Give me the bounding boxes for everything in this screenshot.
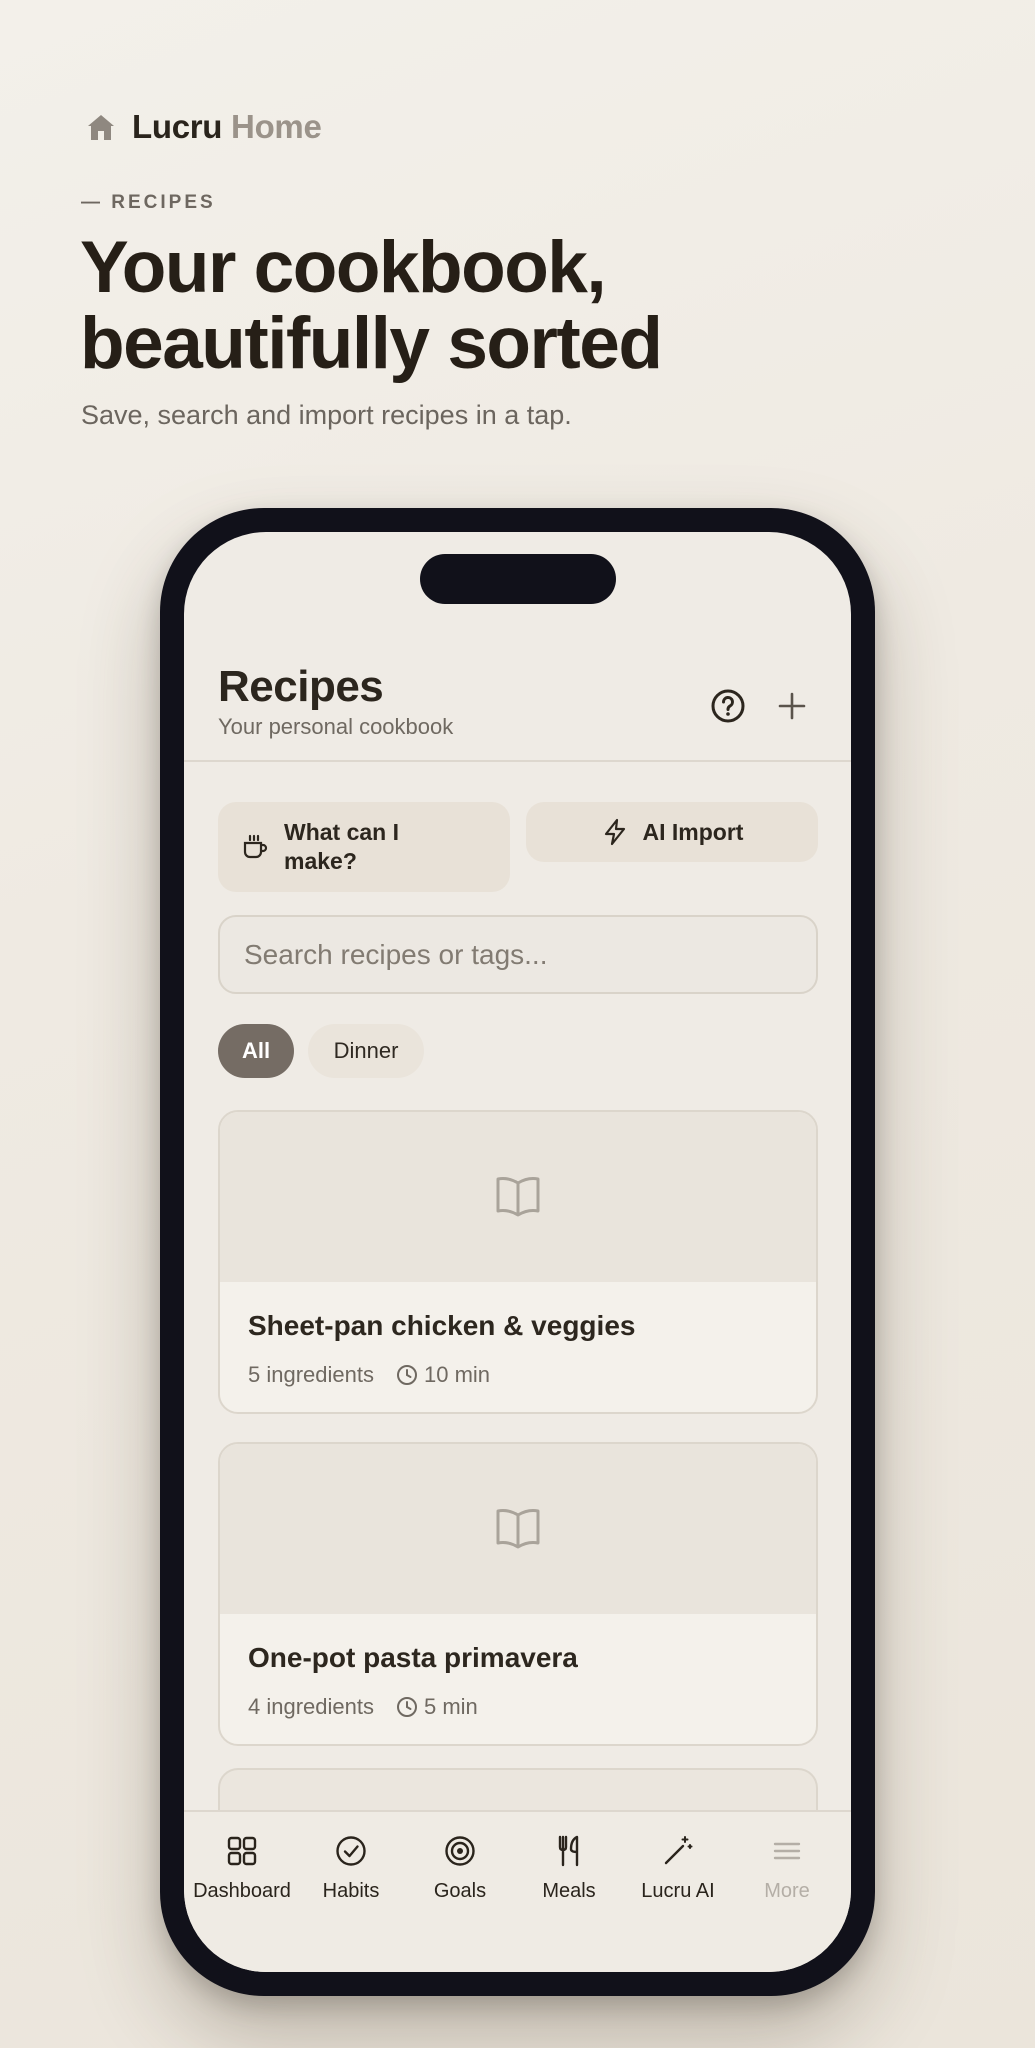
lightning-icon xyxy=(604,818,625,846)
recipe-title: Sheet-pan chicken & veggies xyxy=(248,1310,636,1341)
what-can-i-make-button[interactable]: What can I make? xyxy=(218,802,510,892)
ingredient-count: 4 ingredients xyxy=(248,1694,374,1719)
hero-headline: Your cookbook, beautifully sorted xyxy=(80,227,663,384)
tab-goals[interactable]: Goals xyxy=(406,1834,514,1903)
add-recipe-button[interactable] xyxy=(768,682,816,730)
help-button[interactable] xyxy=(704,682,752,730)
hero-subhead: Save, search and import recipes in a tap… xyxy=(81,400,572,430)
target-icon xyxy=(445,1836,475,1866)
section-kicker: — RECIPES xyxy=(81,192,216,213)
cook-time: 5 min xyxy=(423,1694,478,1719)
open-book-icon xyxy=(496,1509,540,1549)
recipe-image-placeholder xyxy=(220,1444,816,1614)
tab-lucru-ai[interactable]: Lucru AI xyxy=(624,1834,732,1903)
clock-icon xyxy=(396,1365,417,1385)
magic-wand-icon xyxy=(664,1836,693,1865)
recipe-title: One-pot pasta primavera xyxy=(248,1642,578,1673)
recipe-meta: 5 ingredients 10 min xyxy=(248,1362,490,1388)
grid-icon xyxy=(227,1836,257,1866)
brand-logo: Lucru Home xyxy=(84,108,322,146)
filter-chip-dinner[interactable]: Dinner xyxy=(308,1024,424,1078)
app-header: Recipes Your personal cookbook xyxy=(184,662,851,762)
coffee-cup-icon xyxy=(243,834,268,859)
open-book-icon xyxy=(496,1177,540,1217)
phone-screen: Recipes Your personal cookbook What can … xyxy=(184,532,851,1972)
tab-more[interactable]: More xyxy=(733,1834,841,1903)
tab-meals[interactable]: Meals xyxy=(515,1834,623,1903)
menu-icon xyxy=(773,1842,801,1860)
clock-icon xyxy=(396,1697,417,1717)
help-circle-icon xyxy=(711,689,745,723)
home-icon xyxy=(88,115,114,140)
recipe-meta: 4 ingredients 5 min xyxy=(248,1694,478,1720)
filter-chip-all[interactable]: All xyxy=(218,1024,294,1078)
cook-time: 10 min xyxy=(423,1362,491,1387)
phone-mockup: Recipes Your personal cookbook What can … xyxy=(160,508,875,1996)
ai-import-button[interactable]: AI Import xyxy=(526,802,818,862)
page-subtitle: Your personal cookbook xyxy=(218,714,454,739)
recipe-image-placeholder xyxy=(220,1112,816,1282)
what-can-i-make-label: What can I make? xyxy=(284,819,400,874)
search-input[interactable] xyxy=(218,915,818,994)
tab-habits[interactable]: Habits xyxy=(297,1834,405,1903)
utensils-icon xyxy=(558,1835,579,1867)
page-title: Recipes xyxy=(218,662,384,711)
ai-import-label: AI Import xyxy=(642,818,744,845)
check-circle-icon xyxy=(336,1836,366,1866)
recipe-card[interactable]: Sheet-pan chicken & veggies 5 ingredient… xyxy=(218,1110,818,1414)
brand-name: Lucru Home xyxy=(132,108,322,145)
ingredient-count: 5 ingredients xyxy=(248,1362,374,1387)
recipe-card[interactable]: One-pot pasta primavera 4 ingredients 5 … xyxy=(218,1442,818,1746)
bottom-tab-bar: Dashboard Habits Goals Meals Lucru AI Mo… xyxy=(184,1810,851,1972)
tab-dashboard[interactable]: Dashboard xyxy=(188,1834,296,1903)
plus-icon xyxy=(778,692,806,720)
dynamic-island xyxy=(420,554,616,604)
